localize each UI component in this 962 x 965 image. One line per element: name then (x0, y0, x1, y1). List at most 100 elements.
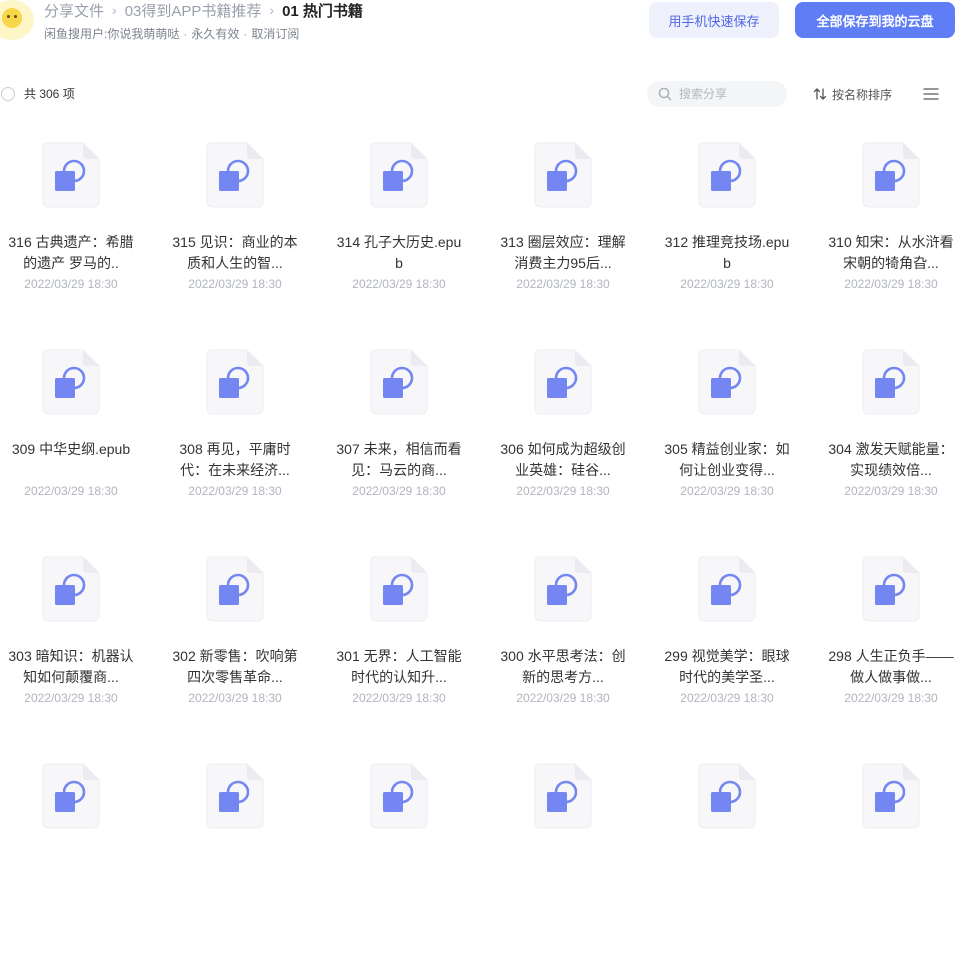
file-card[interactable]: 316 古典遗产：希腊的遗产 罗马的.. 2022/03/29 18:30 (0, 137, 164, 344)
file-card[interactable]: 306 如何成为超级创业英雄：硅谷... 2022/03/29 18:30 (492, 344, 656, 551)
epub-file-icon (862, 142, 920, 208)
file-name[interactable]: 309 中华史纲.epub (8, 439, 134, 460)
epub-file-icon (370, 763, 428, 829)
file-name[interactable]: 314 孔子大历史.epub (336, 232, 462, 274)
search-input[interactable] (677, 86, 781, 102)
file-date: 2022/03/29 18:30 (352, 691, 446, 705)
epub-file-icon (42, 142, 100, 208)
epub-file-icon (862, 763, 920, 829)
file-card[interactable] (656, 758, 820, 965)
file-card[interactable] (492, 758, 656, 965)
file-name[interactable]: 307 未来，相信而看见：马云的商... (336, 439, 462, 481)
file-date: 2022/03/29 18:30 (188, 277, 282, 291)
file-date: 2022/03/29 18:30 (352, 277, 446, 291)
file-name[interactable]: 304 激发天赋能量：实现绩效倍... (828, 439, 954, 481)
file-date: 2022/03/29 18:30 (844, 691, 938, 705)
search-icon (658, 87, 672, 101)
file-name[interactable]: 308 再见，平庸时代：在未来经济... (172, 439, 298, 481)
dot-separator: · (243, 27, 248, 41)
file-name[interactable]: 310 知宋：从水浒看宋朝的犄角旮... (828, 232, 954, 274)
list-view-icon[interactable] (922, 86, 940, 102)
save-all-button[interactable]: 全部保存到我的云盘 (795, 2, 955, 38)
file-card[interactable]: 315 见识：商业的本质和人生的智... 2022/03/29 18:30 (164, 137, 328, 344)
file-name[interactable]: 316 古典遗产：希腊的遗产 罗马的.. (8, 232, 134, 274)
file-name[interactable]: 313 圈层效应：理解消费主力95后... (500, 232, 626, 274)
file-card[interactable]: 310 知宋：从水浒看宋朝的犄角旮... 2022/03/29 18:30 (820, 137, 962, 344)
file-date: 2022/03/29 18:30 (516, 277, 610, 291)
epub-file-icon (698, 763, 756, 829)
epub-file-icon (206, 556, 264, 622)
search-box[interactable] (647, 81, 787, 107)
file-card[interactable]: 302 新零售：吹响第四次零售革命... 2022/03/29 18:30 (164, 551, 328, 758)
file-date: 2022/03/29 18:30 (188, 484, 282, 498)
file-date: 2022/03/29 18:30 (516, 484, 610, 498)
file-card[interactable] (820, 758, 962, 965)
file-name[interactable]: 306 如何成为超级创业英雄：硅谷... (500, 439, 626, 481)
file-card[interactable] (0, 758, 164, 965)
file-card[interactable]: 313 圈层效应：理解消费主力95后... 2022/03/29 18:30 (492, 137, 656, 344)
share-info: 闲鱼搜用户:你说我萌萌哒 · 永久有效 · 取消订阅 (44, 25, 299, 42)
epub-file-icon (698, 142, 756, 208)
chick-face-icon (2, 8, 22, 28)
file-name[interactable]: 300 水平思考法：创新的思考方... (500, 646, 626, 688)
sort-label: 按名称排序 (832, 87, 893, 102)
file-card[interactable] (328, 758, 492, 965)
file-card[interactable]: 312 推理竞技场.epub 2022/03/29 18:30 (656, 137, 820, 344)
file-date: 2022/03/29 18:30 (680, 484, 774, 498)
file-card[interactable]: 303 暗知识：机器认知如何颠覆商... 2022/03/29 18:30 (0, 551, 164, 758)
epub-file-icon (370, 349, 428, 415)
file-card[interactable]: 299 视觉美学：眼球时代的美学圣... 2022/03/29 18:30 (656, 551, 820, 758)
file-grid: 316 古典遗产：希腊的遗产 罗马的.. 2022/03/29 18:30 315 … (0, 137, 962, 965)
epub-file-icon (206, 142, 264, 208)
file-name[interactable]: 315 见识：商业的本质和人生的智... (172, 232, 298, 274)
epub-file-icon (534, 763, 592, 829)
file-card[interactable]: 304 激发天赋能量：实现绩效倍... 2022/03/29 18:30 (820, 344, 962, 551)
file-name[interactable]: 299 视觉美学：眼球时代的美学圣... (664, 646, 790, 688)
file-date: 2022/03/29 18:30 (24, 691, 118, 705)
epub-file-icon (534, 349, 592, 415)
file-date: 2022/03/29 18:30 (844, 484, 938, 498)
epub-file-icon (370, 556, 428, 622)
breadcrumb-separator: › (269, 2, 275, 18)
epub-file-icon (206, 763, 264, 829)
breadcrumb-separator: › (112, 2, 117, 18)
file-card[interactable]: 307 未来，相信而看见：马云的商... 2022/03/29 18:30 (328, 344, 492, 551)
file-card[interactable] (164, 758, 328, 965)
breadcrumb-current: 01 热门书籍 (282, 2, 363, 20)
file-date: 2022/03/29 18:30 (844, 277, 938, 291)
file-card[interactable]: 314 孔子大历史.epub 2022/03/29 18:30 (328, 137, 492, 344)
file-card[interactable]: 300 水平思考法：创新的思考方... 2022/03/29 18:30 (492, 551, 656, 758)
file-date: 2022/03/29 18:30 (188, 691, 282, 705)
breadcrumb-folder[interactable]: 03得到APP书籍推荐 (125, 0, 262, 21)
file-card[interactable]: 298 人生正负手——做人做事做... 2022/03/29 18:30 (820, 551, 962, 758)
epub-file-icon (862, 349, 920, 415)
epub-file-icon (206, 349, 264, 415)
file-name[interactable]: 312 推理竞技场.epub (664, 232, 790, 274)
sharer-name: 闲鱼搜用户:你说我萌萌哒 (44, 27, 180, 41)
validity-label: 永久有效 (191, 27, 240, 41)
file-card[interactable]: 305 精益创业家：如何让创业变得... 2022/03/29 18:30 (656, 344, 820, 551)
epub-file-icon (370, 142, 428, 208)
file-name[interactable]: 301 无界：人工智能时代的认知升... (336, 646, 462, 688)
file-name[interactable]: 302 新零售：吹响第四次零售革命... (172, 646, 298, 688)
file-card[interactable]: 301 无界：人工智能时代的认知升... 2022/03/29 18:30 (328, 551, 492, 758)
epub-file-icon (42, 763, 100, 829)
sort-button[interactable]: 按名称排序 (812, 86, 892, 102)
file-date: 2022/03/29 18:30 (24, 484, 118, 498)
file-date: 2022/03/29 18:30 (680, 691, 774, 705)
select-all-checkbox[interactable] (1, 87, 15, 101)
file-card[interactable]: 309 中华史纲.epub 2022/03/29 18:30 (0, 344, 164, 551)
save-by-phone-button[interactable]: 用手机快速保存 (649, 2, 779, 38)
file-name[interactable]: 305 精益创业家：如何让创业变得... (664, 439, 790, 481)
file-name[interactable]: 298 人生正负手——做人做事做... (828, 646, 954, 688)
epub-file-icon (534, 142, 592, 208)
file-card[interactable]: 308 再见，平庸时代：在未来经济... 2022/03/29 18:30 (164, 344, 328, 551)
file-date: 2022/03/29 18:30 (24, 277, 118, 291)
file-name[interactable]: 303 暗知识：机器认知如何颠覆商... (8, 646, 134, 688)
epub-file-icon (698, 556, 756, 622)
breadcrumb-root[interactable]: 分享文件 (44, 0, 104, 21)
epub-file-icon (42, 349, 100, 415)
unsubscribe-link[interactable]: 取消订阅 (251, 27, 299, 41)
dot-separator: · (183, 27, 188, 41)
file-date: 2022/03/29 18:30 (516, 691, 610, 705)
